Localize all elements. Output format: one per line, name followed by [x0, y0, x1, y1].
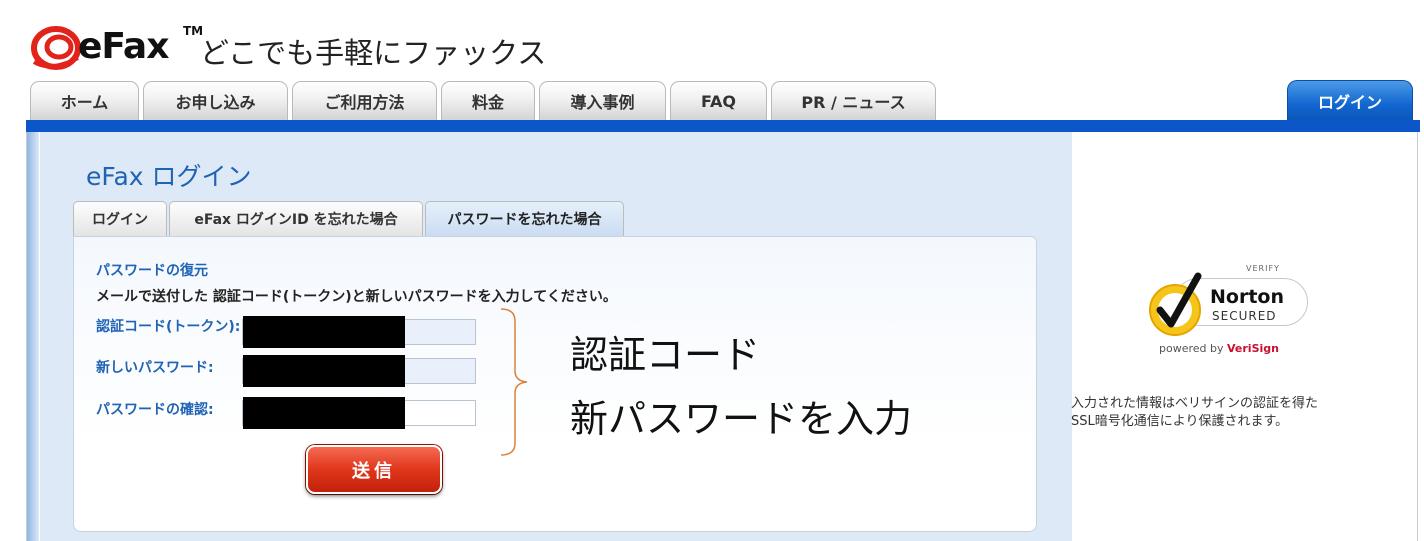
subtab-login[interactable]: ログイン: [73, 201, 167, 236]
submit-button[interactable]: 送信: [306, 445, 442, 494]
nav-tab-faq[interactable]: FAQ: [670, 81, 767, 120]
login-panel: eFax ログイン ログイン eFax ログインID を忘れた場合 パスワードを…: [40, 132, 1072, 541]
annotation-line-1: 認証コード: [570, 333, 761, 377]
section-title: パスワードの復元: [96, 263, 208, 279]
verisign-brand: VeriSign: [1227, 342, 1279, 355]
efax-logo[interactable]: eFax TM どこでも手軽にファックス: [30, 14, 550, 74]
ssl-note: 入力された情報はベリサインの認証を得た SSL暗号化通信により保護されます。: [1071, 395, 1371, 431]
nav-tab-cases[interactable]: 導入事例: [539, 81, 666, 120]
nav-bar: [26, 120, 1420, 132]
annotation-line-2: 新パスワードを入力: [570, 397, 913, 441]
redaction-box: [243, 316, 405, 348]
token-input[interactable]: [242, 316, 476, 348]
ssl-note-line-1: 入力された情報はベリサインの認証を得た: [1071, 396, 1319, 411]
nav-tab-usage[interactable]: ご利用方法: [292, 81, 437, 120]
powered-prefix: powered by: [1159, 342, 1227, 355]
confirm-password-label: パスワードの確認:: [96, 402, 214, 418]
ssl-note-line-2: SSL暗号化通信により保護されます。: [1071, 414, 1289, 429]
nav-tab-home[interactable]: ホーム: [30, 81, 139, 120]
nav-tab-login[interactable]: ログイン: [1287, 80, 1413, 121]
left-gutter: [27, 132, 39, 541]
logo-tagline: どこでも手軽にファックス: [200, 36, 547, 70]
subtab-forgot-password[interactable]: パスワードを忘れた場合: [425, 201, 624, 236]
bracket-annotation: [500, 308, 528, 456]
confirm-password-input[interactable]: [242, 397, 476, 429]
norton-secured: SECURED: [1212, 309, 1277, 323]
norton-check-icon: [1149, 272, 1202, 336]
redaction-box: [243, 397, 405, 429]
logo-brand: eFax: [78, 26, 169, 67]
page-title: eFax ログイン: [86, 162, 252, 191]
form-instruction: メールで送付した 認証コード(トークン)と新しいパスワードを入力してください。: [96, 289, 617, 305]
subtab-forgot-id[interactable]: eFax ログインID を忘れた場合: [169, 201, 423, 236]
redaction-box: [243, 355, 405, 387]
norton-verify-text: VERIFY: [1246, 264, 1280, 273]
norton-name: Norton: [1210, 286, 1284, 308]
new-password-label: 新しいパスワード:: [96, 360, 214, 376]
password-recovery-form: パスワードの復元 メールで送付した 認証コード(トークン)と新しいパスワードを入…: [73, 236, 1037, 532]
nav-tab-news[interactable]: PR / ニュース: [771, 81, 936, 120]
norton-powered: powered by VeriSign: [1159, 342, 1279, 355]
new-password-input[interactable]: [242, 355, 476, 387]
nav-tab-pricing[interactable]: 料金: [441, 81, 535, 120]
token-label: 認証コード(トークン):: [96, 319, 241, 335]
norton-seal[interactable]: VERIFY Norton SECURED powered by VeriSig…: [1118, 262, 1308, 362]
nav-tab-apply[interactable]: お申し込み: [143, 81, 288, 120]
